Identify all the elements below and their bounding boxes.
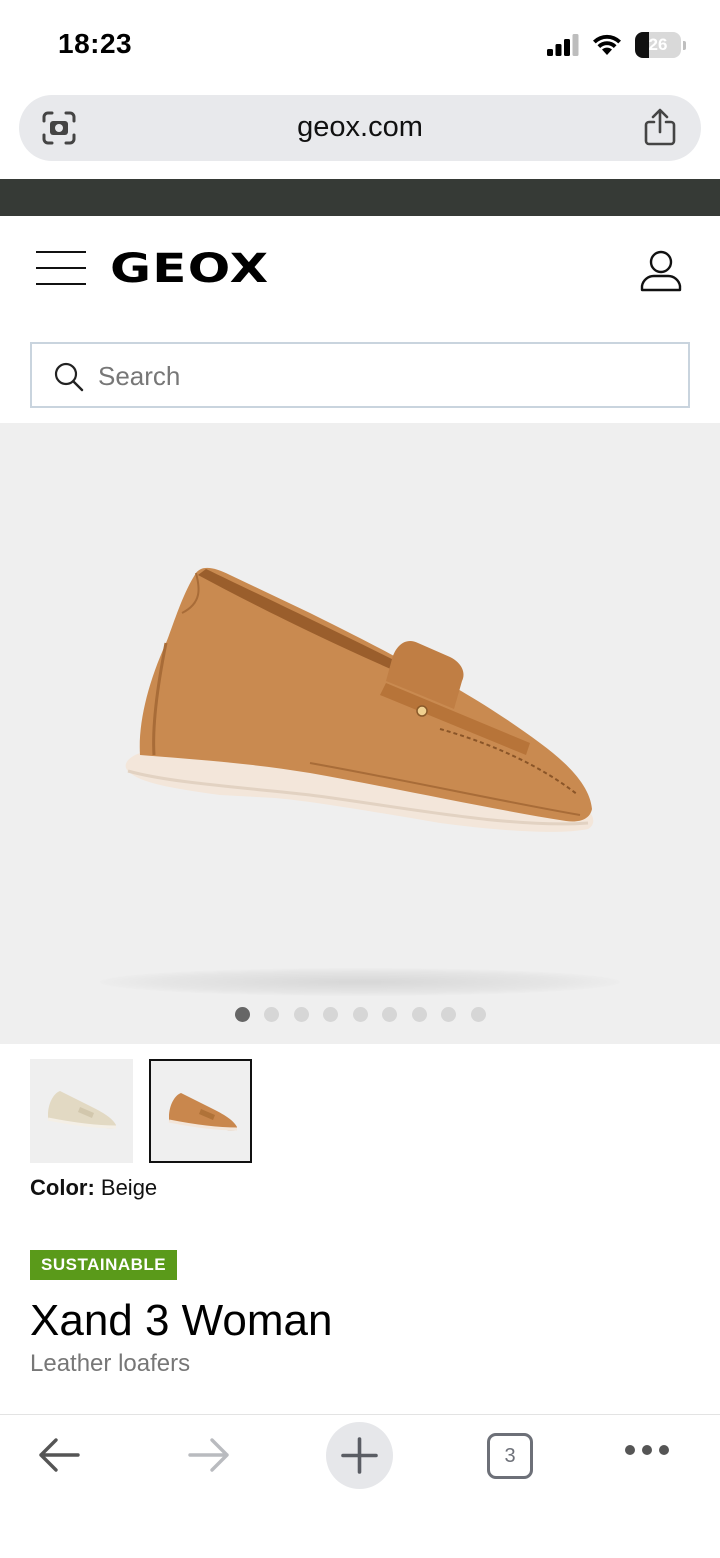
address-bar[interactable]: geox.com [19, 95, 701, 161]
gallery-dot[interactable] [470, 1007, 486, 1022]
battery-level: 26 [648, 35, 668, 54]
gallery-dot[interactable] [411, 1007, 427, 1022]
new-tab-button[interactable] [326, 1422, 393, 1489]
gallery-dot[interactable] [382, 1007, 397, 1022]
gallery-dot[interactable] [234, 1007, 250, 1022]
status-bar: 18:23 26 [0, 0, 720, 90]
signal-icon [547, 34, 579, 56]
gallery-dot[interactable] [264, 1007, 279, 1022]
color-value: Beige [100, 1175, 158, 1200]
account-icon[interactable] [640, 250, 682, 292]
wifi-icon [593, 34, 621, 55]
product-title: Xand 3 Woman [30, 1296, 333, 1345]
gallery-dot[interactable] [293, 1007, 309, 1022]
url-text[interactable]: geox.com [19, 111, 701, 144]
product-shadow [100, 968, 620, 996]
gallery-pagination[interactable] [0, 1007, 720, 1022]
sustainable-badge: SUSTAINABLE [30, 1250, 178, 1280]
tabs-icon[interactable]: 3 [487, 1433, 533, 1479]
plus-icon [341, 1437, 378, 1474]
thumbnail-image [168, 1093, 238, 1131]
product-subtitle: Leather loafers [30, 1350, 191, 1377]
search-icon [54, 362, 84, 392]
color-label: Color: [30, 1175, 95, 1200]
gallery-dot[interactable] [441, 1007, 456, 1022]
site-header: GEOX [0, 216, 720, 326]
search-input[interactable] [98, 354, 658, 398]
promo-strip [0, 179, 720, 216]
hamburger-menu-icon[interactable] [36, 251, 86, 285]
product-image[interactable] [110, 533, 610, 833]
gallery-dot[interactable] [323, 1007, 338, 1022]
geox-logo[interactable]: GEOX [110, 246, 269, 292]
product-image-gallery[interactable] [0, 423, 720, 1044]
thumbnail-tan[interactable] [149, 1059, 252, 1163]
more-icon[interactable] [624, 1443, 670, 1457]
status-time: 18:23 [58, 28, 133, 59]
color-thumbnails [30, 1059, 252, 1163]
thumbnail-image [47, 1091, 117, 1129]
battery-tip [683, 40, 686, 50]
forward-arrow-icon[interactable] [186, 1435, 232, 1475]
share-icon[interactable] [643, 108, 677, 146]
back-arrow-icon[interactable] [36, 1435, 82, 1475]
color-selection: Color: Beige [30, 1175, 157, 1201]
gallery-dot[interactable] [352, 1007, 368, 1022]
search-box[interactable] [30, 342, 690, 408]
thumbnail-beige[interactable] [30, 1059, 133, 1163]
browser-toolbar: 3 [0, 1414, 720, 1558]
status-icons: 26 [547, 32, 686, 58]
battery-icon: 26 [635, 32, 681, 58]
